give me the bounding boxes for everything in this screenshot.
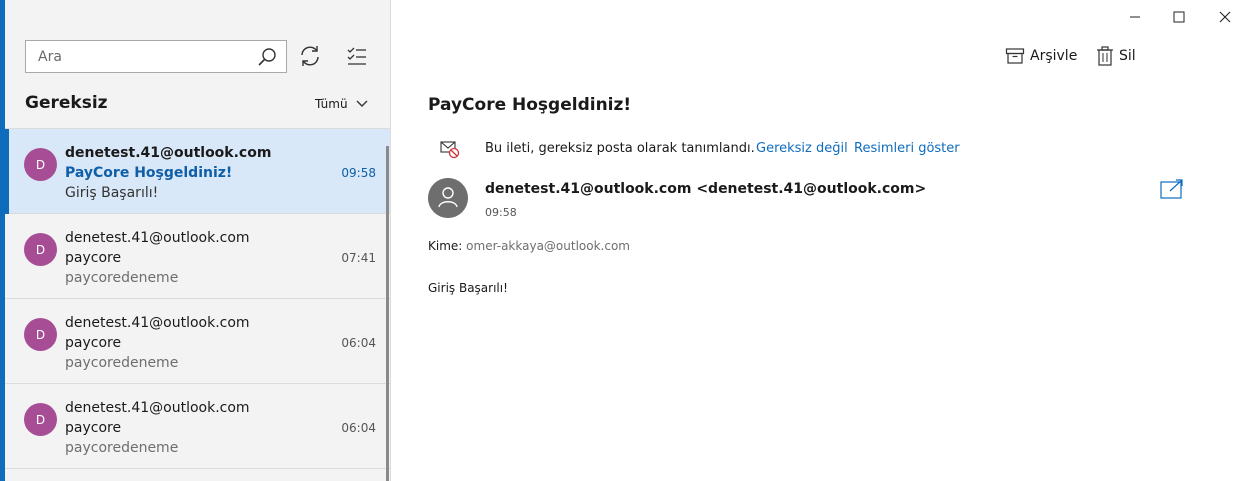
message-list: D denetest.41@outlook.com PayCore Hoşgel… [5,129,390,469]
sender-address: denetest.41@outlook.com <denetest.41@out… [485,181,927,197]
to-address[interactable]: omer-akkaya@outlook.com [466,239,630,253]
archive-icon [1005,48,1025,64]
mail-body: Giriş Başarılı! [428,281,508,295]
list-item[interactable]: D denetest.41@outlook.com paycore paycor… [5,299,390,384]
sent-time: 09:58 [485,206,517,219]
list-item[interactable]: D denetest.41@outlook.com paycore paycor… [5,384,390,469]
avatar: D [24,318,57,351]
message-sender: denetest.41@outlook.com [65,145,272,161]
message-preview: paycoredeneme [65,355,179,371]
message-preview: paycoredeneme [65,440,179,456]
filter-label: Tümü [315,97,348,111]
message-subject: paycore [65,420,122,436]
close-icon[interactable] [1214,6,1236,28]
delete-button[interactable]: Sil [1096,46,1136,66]
message-sender: denetest.41@outlook.com [65,315,250,331]
message-list-pane: Gereksiz Tümü D denetest.41@outlook.com … [5,0,391,481]
to-label: Kime: [428,239,463,253]
mail-subject: PayCore Hoşgeldiniz! [428,95,632,115]
message-sender: denetest.41@outlook.com [65,400,250,416]
recipient-line: Kime: omer-akkaya@outlook.com [428,239,630,253]
scrollbar[interactable] [386,146,389,481]
avatar: D [24,148,57,181]
filter-dropdown[interactable]: Tümü [315,97,368,111]
person-icon[interactable] [428,178,468,218]
refresh-icon[interactable] [298,44,322,68]
show-images-link[interactable]: Resimleri göster [854,141,960,156]
not-junk-link[interactable]: Gereksiz değil [756,141,848,156]
message-time: 09:58 [341,166,376,180]
popout-icon[interactable] [1160,178,1184,200]
trash-icon [1097,46,1113,66]
archive-button[interactable]: Arşivle [1005,46,1077,66]
junk-mail-icon [440,141,460,159]
chevron-down-icon [356,100,368,107]
message-subject: PayCore Hoşgeldiniz! [65,165,233,181]
message-time: 06:04 [341,421,376,435]
message-time: 06:04 [341,336,376,350]
list-item[interactable]: D denetest.41@outlook.com PayCore Hoşgel… [5,129,390,214]
message-subject: paycore [65,335,122,351]
archive-label: Arşivle [1030,48,1078,64]
avatar: D [24,233,57,266]
message-preview: Giriş Başarılı! [65,185,159,201]
junk-notice: Bu ileti, gereksiz posta olarak tanımlan… [485,141,755,156]
message-sender: denetest.41@outlook.com [65,230,250,246]
maximize-icon[interactable] [1168,6,1190,28]
delete-label: Sil [1119,48,1136,64]
message-subject: paycore [65,250,122,266]
message-preview: paycoredeneme [65,270,179,286]
search-box[interactable] [25,40,287,73]
avatar: D [24,403,57,436]
minimize-icon[interactable] [1124,6,1146,28]
folder-title: Gereksiz [25,93,108,113]
list-item[interactable]: D denetest.41@outlook.com paycore paycor… [5,214,390,299]
message-time: 07:41 [341,251,376,265]
select-mode-icon[interactable] [345,45,369,69]
search-input[interactable] [26,41,246,72]
search-icon[interactable] [257,47,277,67]
